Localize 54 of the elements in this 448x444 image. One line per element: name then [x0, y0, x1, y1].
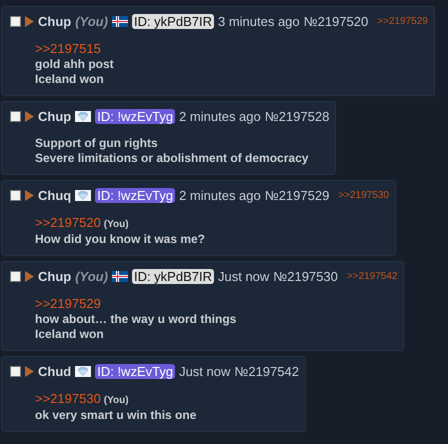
- you-tag: (You): [75, 269, 108, 284]
- you-tag: (You): [75, 14, 108, 29]
- post-number[interactable]: №2197530: [273, 269, 338, 284]
- you-tag: (You): [104, 395, 129, 406]
- poster-name: Chup: [38, 109, 72, 124]
- post-text: How did you know it was me?: [35, 232, 206, 246]
- expand-arrow-icon: [25, 111, 34, 122]
- post-time: 2 minutes ago: [179, 188, 261, 203]
- expand-arrow-icon: [25, 366, 34, 377]
- gem-icon: [75, 190, 92, 201]
- post-text: Iceland won: [35, 327, 104, 341]
- poster-id[interactable]: ID: !wzEvTyg: [95, 109, 176, 124]
- poster-name: Chup: [38, 14, 72, 29]
- expand-arrow-icon: [25, 16, 34, 27]
- expand-arrow-icon: [25, 190, 34, 201]
- post-text: Severe limitations or abolishment of democracy: [35, 151, 308, 165]
- backlink[interactable]: >>2197530: [338, 190, 389, 201]
- backlink[interactable]: >>2197529: [377, 16, 428, 27]
- post-number[interactable]: №2197528: [264, 109, 330, 124]
- post-checkbox[interactable]: [10, 16, 21, 27]
- post-checkbox[interactable]: [10, 366, 21, 377]
- poster-name: Chuq: [38, 188, 72, 203]
- post-time: 3 minutes ago: [218, 14, 300, 29]
- quote-link[interactable]: >>2197529: [35, 296, 101, 311]
- post-time: Just now: [179, 364, 230, 379]
- flag-icon: [112, 271, 128, 282]
- you-tag: (You): [104, 219, 129, 230]
- quote-link[interactable]: >>2197515: [35, 41, 101, 56]
- post-time: 2 minutes ago: [179, 109, 261, 124]
- gem-icon: [75, 366, 92, 377]
- poster-name: Chud: [38, 364, 72, 379]
- gem-icon: [75, 111, 92, 122]
- flag-icon: [112, 16, 128, 27]
- poster-id[interactable]: ID: ykPdB7IR: [132, 269, 214, 284]
- post-text: Iceland won: [35, 72, 104, 86]
- poster-id[interactable]: ID: ykPdB7IR: [132, 14, 214, 29]
- post-checkbox[interactable]: [10, 190, 21, 201]
- post-text: how about… the way u word things: [35, 312, 236, 326]
- backlink[interactable]: >>2197542: [346, 271, 398, 282]
- quote-link[interactable]: >>2197520: [35, 215, 101, 230]
- post-text: gold ahh post: [35, 57, 114, 71]
- post-text: Support of gun rights: [35, 136, 158, 150]
- expand-arrow-icon: [25, 271, 34, 282]
- post-text: ok very smart u win this one: [35, 408, 196, 422]
- poster-id[interactable]: ID: !wzEvTyg: [95, 188, 176, 203]
- post-number[interactable]: №2197542: [234, 364, 299, 379]
- post-checkbox[interactable]: [10, 271, 21, 282]
- poster-id[interactable]: ID: !wzEvTyg: [95, 364, 176, 379]
- poster-name: Chup: [38, 269, 72, 284]
- quote-link[interactable]: >>2197530: [35, 391, 101, 406]
- post-checkbox[interactable]: [10, 111, 21, 122]
- post-number[interactable]: №2197520: [304, 14, 368, 29]
- post-time: Just now: [218, 269, 270, 284]
- post-number[interactable]: №2197529: [264, 188, 330, 203]
